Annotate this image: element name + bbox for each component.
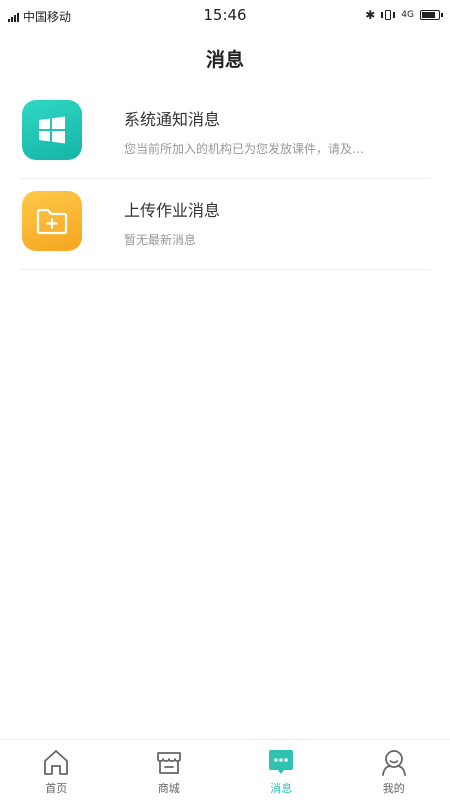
network-type: 4G <box>401 10 414 20</box>
tab-home[interactable]: 首页 <box>0 740 113 800</box>
message-preview: 您当前所加入的机构已为您发放课件，请及… <box>124 142 365 156</box>
tab-label: 消息 <box>270 782 293 795</box>
bottom-tab-bar: 首页 商城 消息 我的 <box>0 739 450 800</box>
bluetooth-icon: ✱ <box>365 8 376 22</box>
windows-icon <box>22 100 82 160</box>
tab-messages[interactable]: 消息 <box>225 740 338 800</box>
vibrate-icon <box>381 9 396 21</box>
tab-label: 首页 <box>45 782 68 795</box>
tab-store[interactable]: 商城 <box>113 740 226 800</box>
folder-add-icon <box>22 191 82 251</box>
tab-label: 我的 <box>382 782 405 795</box>
page-header: 消息 <box>0 32 450 88</box>
message-title: 上传作业消息 <box>124 201 221 220</box>
status-right: ✱ 4G <box>365 8 443 22</box>
user-icon <box>378 746 410 778</box>
home-icon <box>40 746 72 778</box>
message-item-system-notice[interactable]: 系统通知消息 您当前所加入的机构已为您发放课件，请及… <box>20 88 430 179</box>
tab-profile[interactable]: 我的 <box>338 740 450 800</box>
message-title: 系统通知消息 <box>124 110 221 129</box>
message-icon <box>265 746 297 778</box>
store-icon <box>153 746 185 778</box>
status-bar: 中国移动 15:46 ✱ 4G <box>0 0 450 32</box>
tab-label: 商城 <box>157 782 180 795</box>
page-title: 消息 <box>205 49 244 71</box>
message-list: 系统通知消息 您当前所加入的机构已为您发放课件，请及… 上传作业消息 暂无最新消… <box>0 88 450 270</box>
message-preview: 暂无最新消息 <box>124 233 197 247</box>
message-item-homework-upload[interactable]: 上传作业消息 暂无最新消息 <box>20 179 430 270</box>
battery-icon <box>420 10 443 20</box>
